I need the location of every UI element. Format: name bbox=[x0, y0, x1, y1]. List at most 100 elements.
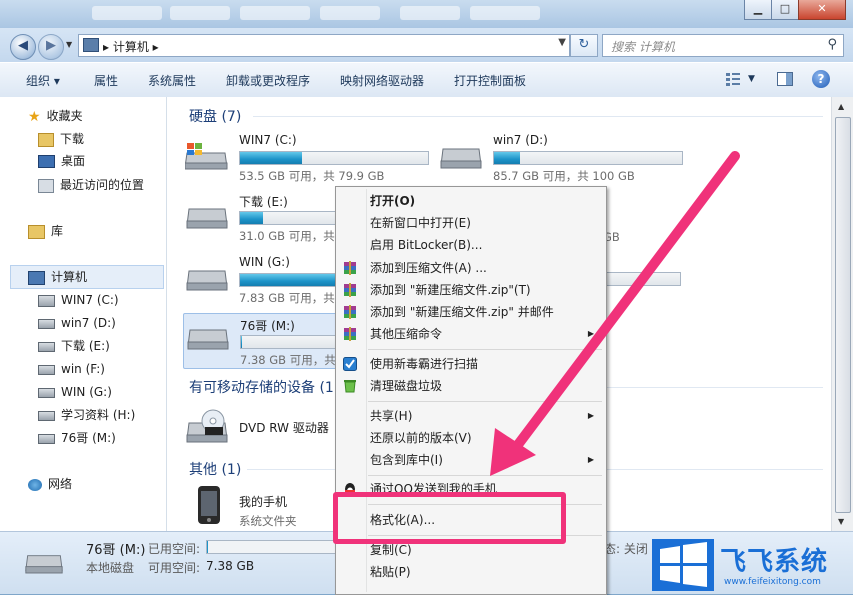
submenu-arrow-icon: ▶ bbox=[587, 329, 594, 338]
back-button[interactable]: ◀ bbox=[10, 34, 36, 60]
refresh-button[interactable]: ↻ bbox=[570, 34, 598, 57]
blurred-tab bbox=[320, 6, 380, 20]
preview-pane-icon[interactable] bbox=[776, 70, 794, 88]
address-bar[interactable]: ▸ 计算机 ▸ ▼ bbox=[78, 34, 570, 57]
sidebar-item-downloads[interactable]: 下载 bbox=[38, 129, 84, 149]
sidebar-item-label: 学习资料 (H:) bbox=[61, 408, 136, 422]
menu-item-open[interactable]: 打开(O) bbox=[338, 190, 604, 212]
dvd-drive-name: DVD RW 驱动器 bbox=[239, 421, 329, 435]
phone-type: 系统文件夹 bbox=[239, 514, 297, 528]
winrar-icon bbox=[344, 261, 356, 275]
sidebar-item-drive-c[interactable]: WIN7 (C:) bbox=[38, 290, 119, 310]
sidebar-item-network[interactable]: 网络 bbox=[28, 474, 72, 494]
close-button[interactable]: ✕ bbox=[798, 0, 846, 20]
menu-item-add-zip[interactable]: 添加到 "新建压缩文件.zip"(T) bbox=[338, 279, 604, 301]
scroll-up-icon[interactable]: ▲ bbox=[838, 102, 844, 111]
sidebar-item-libraries[interactable]: 库 bbox=[28, 221, 63, 241]
menu-item-duba-scan[interactable]: 使用新毒霸进行扫描 bbox=[338, 353, 604, 375]
sidebar-item-label: 桌面 bbox=[61, 154, 86, 168]
forward-button[interactable]: ▶ bbox=[38, 34, 64, 60]
menu-item-label: 其他压缩命令 bbox=[370, 327, 443, 341]
uninstall-button[interactable]: 卸载或更改程序 bbox=[226, 72, 310, 89]
menu-item-share[interactable]: 共享(H) ▶ bbox=[338, 405, 604, 427]
menu-item-label: 添加到压缩文件(A) ... bbox=[370, 261, 487, 275]
star-icon: ★ bbox=[28, 108, 41, 125]
menu-item-add-archive[interactable]: 添加到压缩文件(A) ... bbox=[338, 257, 604, 279]
sidebar-item-favorites[interactable]: ★ 收藏夹 bbox=[28, 106, 83, 126]
sidebar-item-computer[interactable]: 计算机 bbox=[28, 267, 87, 287]
menu-item-other-compress[interactable]: 其他压缩命令 ▶ bbox=[338, 323, 604, 345]
system-properties-button[interactable]: 系统属性 bbox=[148, 72, 196, 89]
properties-button[interactable]: 属性 bbox=[94, 72, 118, 89]
drive-icon bbox=[186, 270, 228, 291]
maximize-button[interactable]: □ bbox=[771, 0, 799, 20]
scroll-down-icon[interactable]: ▼ bbox=[838, 517, 844, 526]
minimize-button[interactable]: ▁ bbox=[744, 0, 772, 20]
menu-item-open-new-window[interactable]: 在新窗口中打开(E) bbox=[338, 212, 604, 234]
section-header-removable[interactable]: 有可移动存储的设备 (1) bbox=[189, 377, 339, 397]
menu-item-label: 清理磁盘垃圾 bbox=[370, 379, 443, 393]
drive-space: 85.7 GB 可用，共 100 GB bbox=[493, 169, 635, 183]
scroll-thumb[interactable] bbox=[835, 117, 851, 513]
bitlocker-state: 态: 关闭 bbox=[604, 542, 648, 556]
drive-tile-c[interactable]: WIN7 (C:) 53.5 GB 可用，共 79.9 GB bbox=[185, 133, 435, 185]
highlight-box bbox=[333, 492, 566, 544]
section-header-hdd[interactable]: 硬盘 (7) bbox=[189, 106, 241, 126]
drive-icon bbox=[38, 433, 55, 444]
capacity-bar bbox=[493, 151, 683, 165]
drive-icon bbox=[25, 555, 63, 574]
section-header-other[interactable]: 其他 (1) bbox=[189, 459, 241, 479]
computer-icon bbox=[28, 270, 45, 285]
control-panel-button[interactable]: 打开控制面板 bbox=[454, 72, 526, 89]
menu-item-paste[interactable]: 粘贴(P) bbox=[338, 561, 604, 583]
network-icon bbox=[28, 478, 42, 491]
details-drive-name: 76哥 (M:) bbox=[86, 543, 146, 558]
blurred-tab bbox=[470, 6, 540, 20]
menu-item-bitlocker[interactable]: 启用 BitLocker(B)... bbox=[338, 234, 604, 256]
view-options-chevron-icon[interactable]: ▼ bbox=[748, 74, 755, 84]
menu-item-include-library[interactable]: 包含到库中(I) ▶ bbox=[338, 449, 604, 471]
sidebar-item-label: win (F:) bbox=[61, 362, 105, 376]
organize-button[interactable]: 组织 ▾ bbox=[26, 72, 60, 89]
menu-item-label: 共享(H) bbox=[370, 409, 413, 423]
sidebar-item-drive-g[interactable]: WIN (G:) bbox=[38, 382, 112, 402]
sidebar-item-drive-d[interactable]: win7 (D:) bbox=[38, 313, 116, 333]
sidebar-item-drive-f[interactable]: win (F:) bbox=[38, 359, 105, 379]
recent-pages-chevron-icon[interactable]: ▼ bbox=[66, 40, 72, 49]
menu-item-label: 添加到 "新建压缩文件.zip" 并邮件 bbox=[370, 305, 554, 319]
sidebar-item-drive-h[interactable]: 学习资料 (H:) bbox=[38, 405, 135, 425]
drive-icon bbox=[38, 410, 55, 421]
divider bbox=[253, 116, 823, 117]
menu-item-restore-versions[interactable]: 还原以前的版本(V) bbox=[338, 427, 604, 449]
windows-drive-icon bbox=[38, 294, 55, 307]
sidebar-item-drive-e[interactable]: 下载 (E:) bbox=[38, 336, 110, 356]
search-input[interactable]: 搜索 计算机 ⚲ bbox=[602, 34, 844, 57]
drive-icon bbox=[38, 387, 55, 398]
chevron-down-icon[interactable]: ▼ bbox=[558, 37, 566, 48]
navigation-pane: ★ 收藏夹 下载 桌面 最近访问的位置 库 计算机 WIN7 (C:) win7 … bbox=[0, 97, 167, 531]
drive-space: 7.38 GB 可用，共 bbox=[240, 353, 336, 367]
change-view-icon[interactable] bbox=[724, 70, 742, 88]
sidebar-item-label: 76哥 (M:) bbox=[61, 431, 116, 445]
vertical-scrollbar[interactable]: ▲ ▼ bbox=[831, 97, 853, 531]
sidebar-item-recent[interactable]: 最近访问的位置 bbox=[38, 175, 144, 195]
dvd-drive-icon bbox=[186, 409, 228, 443]
sidebar-item-drive-m[interactable]: 76哥 (M:) bbox=[38, 428, 116, 448]
menu-item-add-zip-email[interactable]: 添加到 "新建压缩文件.zip" 并邮件 bbox=[338, 301, 604, 323]
drive-tile-m[interactable]: 76哥 (M:) 7.38 GB 可用，共 bbox=[183, 313, 339, 369]
menu-item-clean-disk[interactable]: 清理磁盘垃圾 bbox=[338, 375, 604, 397]
drive-name: 下载 (E:) bbox=[239, 195, 288, 209]
watermark-brand: 飞飞系统 bbox=[720, 547, 829, 577]
drive-name: 76哥 (M:) bbox=[240, 319, 295, 333]
drive-space: 31.0 GB 可用，共 bbox=[239, 229, 335, 243]
help-icon[interactable]: ? bbox=[812, 70, 830, 88]
drive-tile-d[interactable]: win7 (D:) 85.7 GB 可用，共 100 GB bbox=[439, 133, 689, 185]
sidebar-item-label: 最近访问的位置 bbox=[60, 178, 145, 192]
phone-icon bbox=[198, 486, 220, 524]
watermark-logo: 飞飞系统 www.feifeixitong.com bbox=[652, 537, 852, 593]
search-icon[interactable]: ⚲ bbox=[827, 37, 837, 52]
map-drive-button[interactable]: 映射网络驱动器 bbox=[340, 72, 424, 89]
drive-name: WIN7 (C:) bbox=[239, 133, 297, 147]
antivirus-icon bbox=[343, 357, 357, 371]
sidebar-item-desktop[interactable]: 桌面 bbox=[38, 151, 85, 171]
